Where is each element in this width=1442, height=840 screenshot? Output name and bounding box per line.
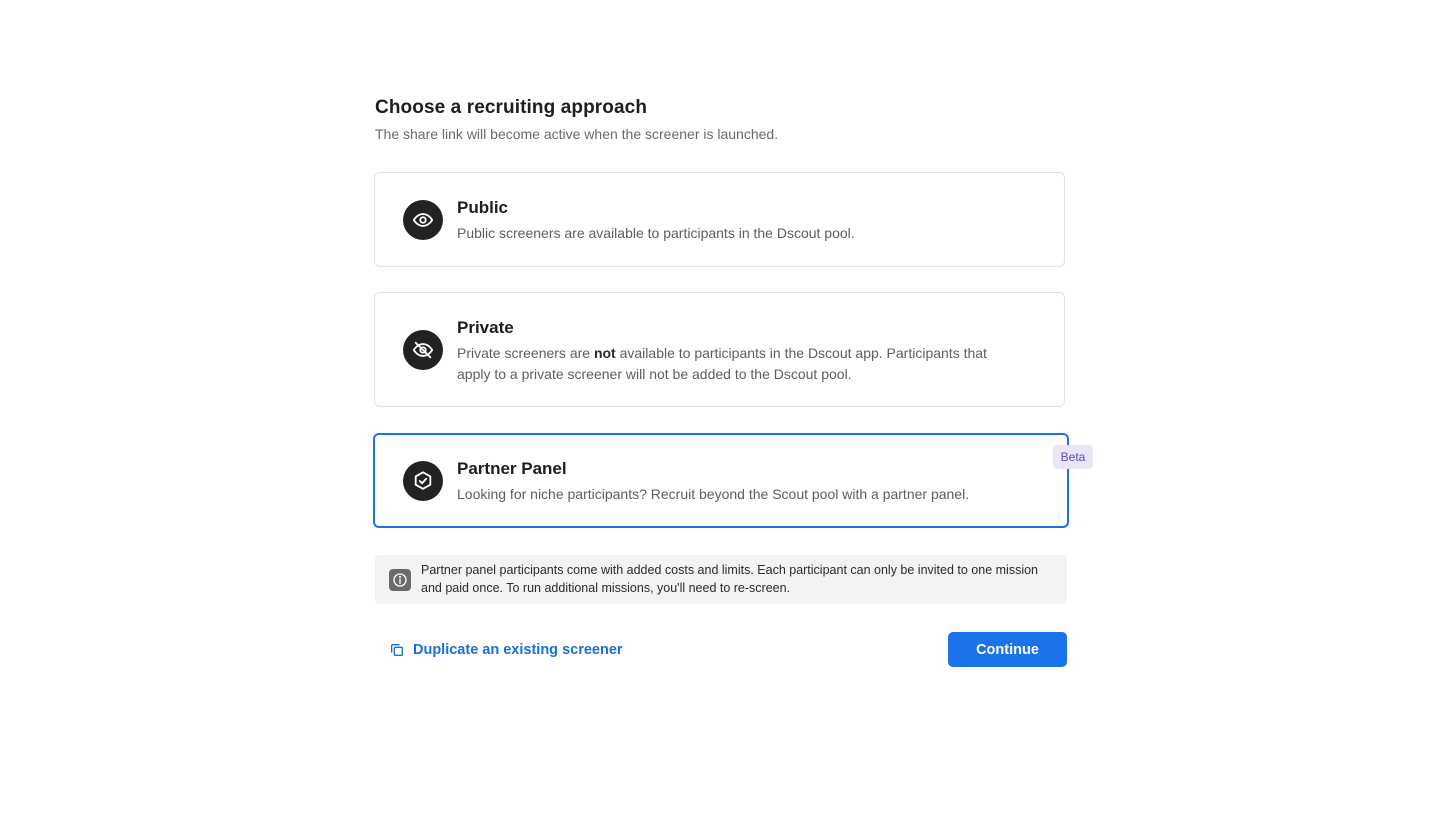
eye-icon	[403, 200, 443, 240]
option-description-private-bold: not	[593, 345, 616, 361]
duplicate-screener-link[interactable]: Duplicate an existing screener	[389, 639, 623, 661]
page-title: Choose a recruiting approach	[375, 97, 648, 118]
option-description-public: Public screeners are available to partic…	[457, 225, 855, 241]
info-icon	[389, 569, 411, 591]
option-description-private-part1: Private screeners are	[457, 345, 594, 361]
notice-text: Partner panel participants come with add…	[421, 563, 1038, 595]
option-title-private: Private	[457, 318, 514, 337]
option-card-private[interactable]: Private Private screeners are not availa…	[374, 292, 1065, 407]
eye-off-icon	[403, 330, 443, 370]
page-subtitle: The share link will become active when t…	[375, 126, 779, 142]
recruiting-approach-panel: Choose a recruiting approach The share l…	[375, 95, 1068, 143]
option-title-partner-panel: Partner Panel	[457, 459, 567, 478]
option-description-partner-panel: Looking for niche participants? Recruit …	[457, 486, 970, 502]
copy-icon	[389, 642, 405, 658]
option-title-public: Public	[457, 198, 509, 217]
shield-check-icon	[403, 461, 443, 501]
option-card-public[interactable]: Public Public screeners are available to…	[374, 172, 1065, 267]
option-card-partner-panel[interactable]: Partner Panel Looking for niche particip…	[373, 433, 1069, 528]
option-description-private: Private screeners are not available to p…	[457, 343, 1024, 385]
beta-badge: Beta	[1053, 445, 1093, 469]
continue-button[interactable]: Continue	[948, 632, 1067, 667]
duplicate-screener-label: Duplicate an existing screener	[413, 642, 623, 658]
partner-panel-notice: Partner panel participants come with add…	[375, 555, 1067, 604]
